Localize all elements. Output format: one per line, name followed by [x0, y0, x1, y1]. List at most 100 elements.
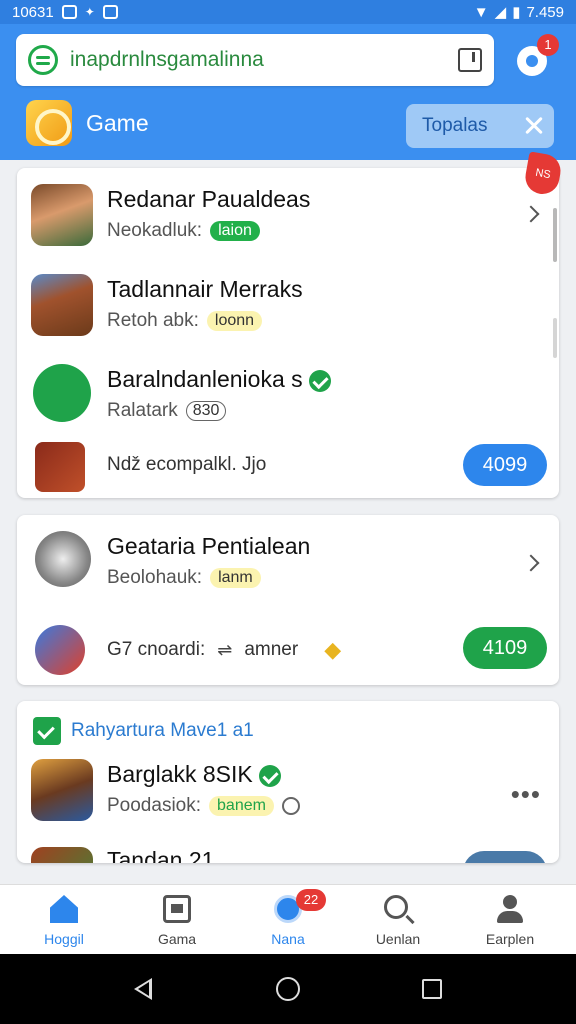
- share-icon: ⇌: [217, 639, 233, 660]
- app-notification-icon: ✦: [84, 5, 95, 19]
- app-meta: Retoh abk:: [107, 310, 199, 331]
- nav-label: Earplen: [485, 931, 535, 947]
- profile-icon: [496, 895, 524, 923]
- section-header: Rahyartura Mave1 a1: [33, 717, 254, 745]
- message-icon: [102, 5, 118, 19]
- app-icon: [33, 364, 91, 422]
- app-extra: amner: [244, 639, 299, 660]
- signal-icon: ◢: [494, 4, 507, 21]
- app-subtitle: Neokadluk: laion: [107, 220, 260, 242]
- status-badge: lanm: [210, 568, 261, 588]
- wifi-icon: ▼: [473, 3, 489, 21]
- gamepad-icon: [163, 895, 191, 923]
- app-meta: Poodasiok:: [107, 795, 202, 816]
- app-icon: [31, 847, 93, 863]
- nav-search[interactable]: Uenlan: [348, 885, 448, 955]
- nav-label: Gama: [157, 931, 197, 947]
- status-time-right: 7.459: [526, 3, 564, 21]
- app-title-text: G7 cnoardi:: [107, 639, 206, 660]
- nav-home[interactable]: Hoggil: [14, 885, 114, 955]
- status-badge: banem: [209, 796, 274, 816]
- recent-apps-icon[interactable]: [422, 979, 442, 999]
- chevron-right-icon[interactable]: [522, 205, 540, 223]
- app-subtitle: Ralatark 830: [107, 400, 227, 422]
- list-item[interactable]: Baralndanlenioka s Ralatark 830: [17, 362, 559, 432]
- app-title: Geataria Pentialean: [107, 533, 311, 559]
- diamond-icon: ◆: [324, 637, 342, 662]
- app-list-card: Redanar Paualdeas Neokadluk: laion Tadla…: [17, 168, 559, 498]
- app-icon: [35, 442, 85, 492]
- app-title: Redanar Paualdeas: [107, 186, 311, 212]
- nav-label: Uenlan: [375, 931, 421, 947]
- nav-games[interactable]: Gama: [127, 885, 227, 955]
- install-button[interactable]: 4109: [463, 627, 547, 669]
- status-bar: 10631 ✦ ▼ ◢ ▮ 7.459: [0, 0, 576, 24]
- install-button[interactable]: [463, 851, 547, 863]
- app-icon: [31, 274, 93, 336]
- app-icon: [35, 625, 85, 675]
- verified-icon: [308, 369, 331, 392]
- list-item[interactable]: Barglakk 8SIK Poodasiok: banem: [17, 757, 559, 827]
- app-meta: Beolohauk:: [107, 567, 203, 588]
- back-icon[interactable]: [134, 978, 152, 1000]
- app-list-card: Geataria Pentialean Beolohauk: lanm G7 c…: [17, 515, 559, 685]
- app-title: Baralndanlenioka s: [107, 366, 331, 393]
- notification-badge: 1: [537, 34, 559, 56]
- nav-label: Hoggil: [44, 931, 84, 947]
- app-title: Barglakk 8SIK: [107, 761, 281, 788]
- list-item[interactable]: G7 cnoardi: ⇌ amner ◆ 4109: [17, 623, 559, 675]
- app-title: Nǆ ecompalkl. Jjo: [107, 454, 267, 475]
- search-icon: [384, 895, 408, 919]
- app-icon: [31, 184, 93, 246]
- app-list-card: Rahyartura Mave1 a1 Barglakk 8SIK Poodas…: [17, 701, 559, 863]
- install-button[interactable]: 4099: [463, 444, 547, 486]
- game-label: Game: [86, 109, 149, 136]
- section-title: Rahyartura Mave1 a1: [71, 720, 254, 741]
- game-category[interactable]: Game: [26, 100, 149, 146]
- home-icon: [50, 895, 78, 923]
- chevron-right-icon[interactable]: [522, 554, 540, 572]
- battery-icon: ▮: [512, 4, 521, 21]
- checkbox-icon: [33, 717, 61, 745]
- tabs-icon[interactable]: [458, 48, 482, 72]
- search-bar[interactable]: inapdrnlnsgamalinna: [16, 34, 494, 86]
- info-icon[interactable]: [281, 797, 300, 815]
- filter-chip-label: Topalas: [422, 115, 488, 136]
- list-item[interactable]: Geataria Pentialean Beolohauk: lanm: [17, 529, 559, 599]
- list-item[interactable]: Tandan 21: [17, 847, 559, 863]
- app-meta: Neokadluk:: [107, 220, 203, 241]
- list-item[interactable]: Redanar Paualdeas Neokadluk: laion: [17, 182, 559, 252]
- status-badge: laion: [210, 221, 260, 241]
- home-circle-icon[interactable]: [276, 977, 300, 1001]
- nav-label: Nana: [271, 931, 305, 947]
- app-title: Tandan 21: [107, 847, 215, 863]
- bottom-navigation: Hoggil Gama 22 Nana Uenlan Earplen: [0, 884, 576, 954]
- nav-badge: 22: [296, 889, 326, 911]
- list-item[interactable]: Tadlannair Merraks Retoh abk: loonn: [17, 272, 559, 342]
- status-badge: loonn: [206, 311, 263, 331]
- nav-profile[interactable]: Earplen: [460, 885, 560, 955]
- nav-center[interactable]: 22 Nana: [238, 885, 338, 955]
- app-title-text: Baralndanlenioka s: [107, 366, 303, 392]
- app-meta: Ralatark: [107, 400, 178, 421]
- rating-badge: 830: [185, 401, 227, 421]
- list-item[interactable]: Nǆ ecompalkl. Jjo 4099: [17, 440, 559, 492]
- app-subtitle: Retoh abk: loonn: [107, 310, 263, 332]
- app-header: inapdrnlnsgamalinna 1 Game Topalas: [0, 24, 576, 160]
- search-input[interactable]: inapdrnlnsgamalinna: [70, 48, 458, 72]
- app-title: Tadlannair Merraks: [107, 276, 303, 302]
- app-subtitle: Poodasiok: banem: [107, 795, 300, 817]
- more-options-icon[interactable]: •••: [511, 779, 541, 810]
- filter-chip[interactable]: Topalas: [406, 104, 554, 148]
- verified-icon: [258, 764, 281, 787]
- game-logo-icon: [26, 100, 72, 146]
- app-title: G7 cnoardi: ⇌ amner ◆: [107, 637, 341, 663]
- status-time-left: 10631: [12, 3, 54, 21]
- app-title-text: Barglakk 8SIK: [107, 761, 253, 787]
- close-icon[interactable]: [514, 104, 554, 148]
- settings-button[interactable]: 1: [515, 34, 559, 76]
- menu-icon[interactable]: [28, 45, 58, 75]
- app-icon: [31, 759, 93, 821]
- app-icon: [35, 531, 91, 587]
- app-subtitle: Beolohauk: lanm: [107, 567, 261, 589]
